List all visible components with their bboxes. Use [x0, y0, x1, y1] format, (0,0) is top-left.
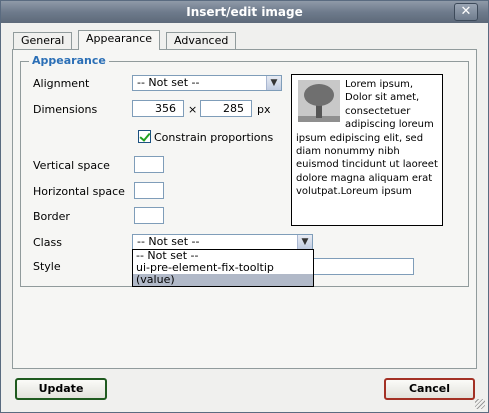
close-icon: ✕	[460, 4, 472, 19]
class-label: Class	[33, 236, 62, 249]
appearance-legend: Appearance	[29, 54, 109, 67]
alignment-select[interactable]: -- Not set -- ▼	[132, 75, 282, 91]
alignment-label: Alignment	[33, 77, 90, 90]
class-dropdown-list: -- Not set -- ui-pre-element-fix-tooltip…	[132, 249, 314, 287]
image-preview: Lorem ipsum, Dolor sit amet, consectetue…	[291, 74, 443, 226]
constrain-checkbox[interactable]	[138, 130, 151, 143]
resize-grip-icon[interactable]	[475, 399, 485, 409]
dialog-title: Insert/edit image	[186, 5, 303, 19]
vertical-space-label: Vertical space	[33, 159, 110, 172]
horizontal-space-input[interactable]	[134, 182, 164, 199]
width-input[interactable]: 356	[132, 100, 184, 117]
dimensions-separator: ×	[188, 103, 198, 116]
chevron-down-icon[interactable]: ▼	[297, 235, 312, 249]
border-input[interactable]	[134, 207, 164, 224]
chevron-down-icon[interactable]: ▼	[266, 76, 281, 90]
alignment-value: -- Not set --	[137, 76, 200, 89]
class-value: -- Not set --	[137, 235, 200, 248]
vertical-space-input[interactable]	[134, 156, 164, 173]
tab-advanced[interactable]: Advanced	[166, 32, 237, 49]
height-input[interactable]: 285	[200, 100, 252, 117]
cancel-button[interactable]: Cancel	[384, 378, 475, 400]
style-label: Style	[33, 260, 61, 273]
dimensions-label: Dimensions	[33, 103, 98, 116]
dimensions-unit: px	[257, 103, 271, 116]
tab-general[interactable]: General	[13, 32, 73, 49]
constrain-label: Constrain proportions	[154, 131, 274, 144]
dropdown-option-highlighted[interactable]: (value)	[133, 274, 313, 286]
class-select[interactable]: -- Not set -- ▼	[132, 234, 313, 250]
border-label: Border	[33, 210, 70, 223]
tree-image	[298, 80, 340, 122]
title-bar[interactable]: Insert/edit image ✕	[1, 1, 488, 23]
horizontal-space-label: Horizontal space	[33, 185, 125, 198]
dialog-window: Insert/edit image ✕ General Appearance A…	[0, 0, 489, 413]
tab-appearance[interactable]: Appearance	[78, 30, 161, 50]
update-button[interactable]: Update	[15, 378, 107, 400]
close-button[interactable]: ✕	[454, 3, 478, 21]
